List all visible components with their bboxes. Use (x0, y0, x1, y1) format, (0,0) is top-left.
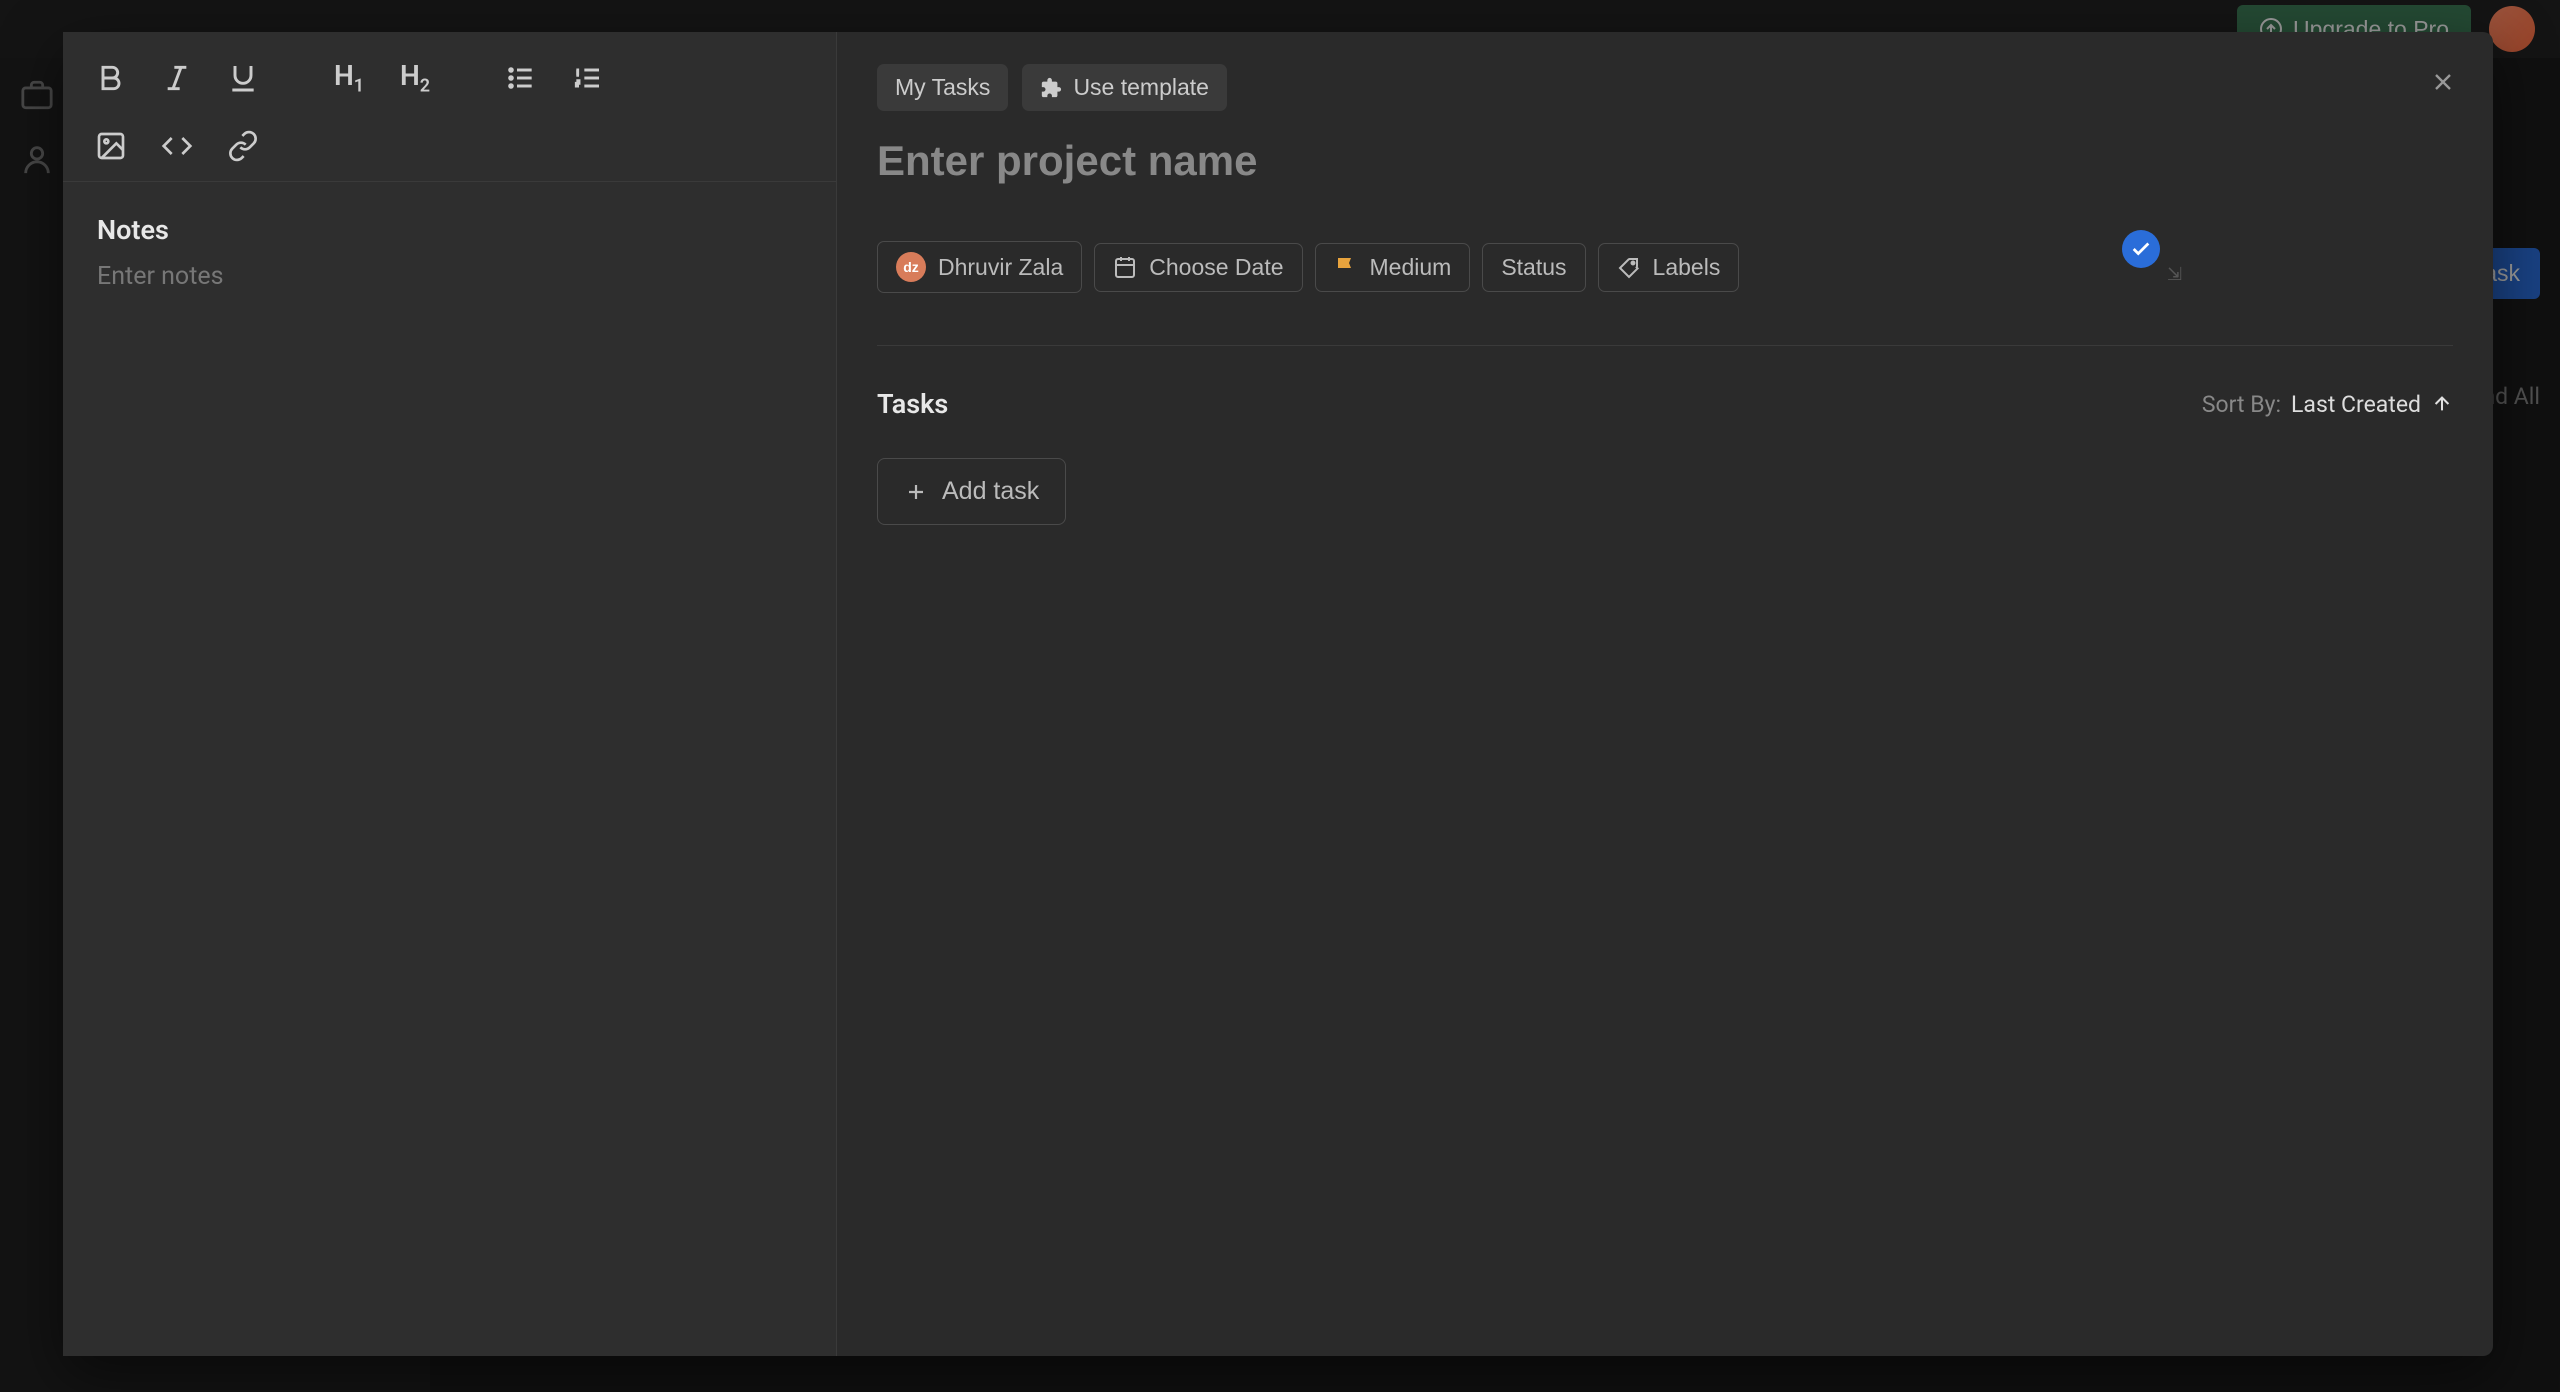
use-template-label: Use template (1073, 74, 1209, 101)
modal-overlay: H1 H2 (0, 0, 2560, 1392)
link-button[interactable] (215, 118, 271, 174)
calendar-icon (1113, 255, 1137, 279)
link-icon (227, 130, 259, 162)
heading1-button[interactable]: H1 (321, 50, 377, 106)
tag-icon (1617, 255, 1641, 279)
plus-icon (904, 480, 928, 504)
breadcrumb-my-tasks[interactable]: My Tasks (877, 64, 1008, 111)
add-task-button[interactable]: Add task (877, 458, 1066, 525)
puzzle-icon (1040, 77, 1062, 99)
breadcrumb-label: My Tasks (895, 74, 990, 101)
image-icon (95, 130, 127, 162)
underline-icon (227, 62, 259, 94)
use-template-button[interactable]: Use template (1022, 64, 1227, 111)
italic-button[interactable] (149, 50, 205, 106)
arrow-up-icon (2431, 393, 2453, 415)
labels-label: Labels (1653, 254, 1721, 281)
status-label: Status (1501, 254, 1566, 281)
underline-button[interactable] (215, 50, 271, 106)
date-chip[interactable]: Choose Date (1094, 243, 1302, 292)
tasks-title: Tasks (877, 388, 948, 420)
notes-input[interactable]: Enter notes (97, 262, 802, 291)
status-chip[interactable]: Status (1482, 243, 1585, 292)
date-label: Choose Date (1149, 254, 1283, 281)
avatar-small: dz (896, 252, 926, 282)
project-name-input[interactable] (877, 137, 2453, 185)
code-button[interactable] (149, 118, 205, 174)
labels-chip[interactable]: Labels (1598, 243, 1740, 292)
assignee-chip[interactable]: dz Dhruvir Zala (877, 241, 1082, 293)
add-task-label: Add task (942, 477, 1039, 506)
assignee-label: Dhruvir Zala (938, 254, 1063, 281)
sort-by-label: Sort By: (2202, 391, 2281, 418)
image-button[interactable] (83, 118, 139, 174)
bullet-list-button[interactable] (493, 50, 549, 106)
notes-title: Notes (97, 214, 802, 246)
sort-by-value: Last Created (2291, 391, 2421, 418)
sort-control[interactable]: Sort By: Last Created (2202, 391, 2453, 418)
priority-chip[interactable]: Medium (1315, 243, 1471, 292)
h1-icon: H1 (334, 59, 364, 97)
editor-toolbar: H1 H2 (63, 32, 836, 182)
h2-icon: H2 (400, 59, 430, 97)
priority-label: Medium (1370, 254, 1452, 281)
bullet-list-icon (505, 62, 537, 94)
resize-handle-icon[interactable]: ⇲ (2167, 264, 2182, 285)
bold-icon (95, 62, 127, 94)
bold-button[interactable] (83, 50, 139, 106)
flag-icon (1334, 255, 1358, 279)
code-icon (161, 130, 193, 162)
italic-icon (161, 62, 193, 94)
modal-main: My Tasks Use template ⇲ dz (837, 32, 2493, 1356)
heading2-button[interactable]: H2 (387, 50, 443, 106)
project-modal: H1 H2 (63, 32, 2493, 1356)
check-icon (2130, 238, 2152, 260)
ordered-list-icon (571, 62, 603, 94)
notes-section: Notes Enter notes (63, 182, 836, 323)
complete-toggle[interactable] (2122, 230, 2160, 268)
tasks-section: Tasks Sort By: Last Created Add task (877, 345, 2453, 525)
modal-editor-sidebar: H1 H2 (63, 32, 837, 1356)
ordered-list-button[interactable] (559, 50, 615, 106)
